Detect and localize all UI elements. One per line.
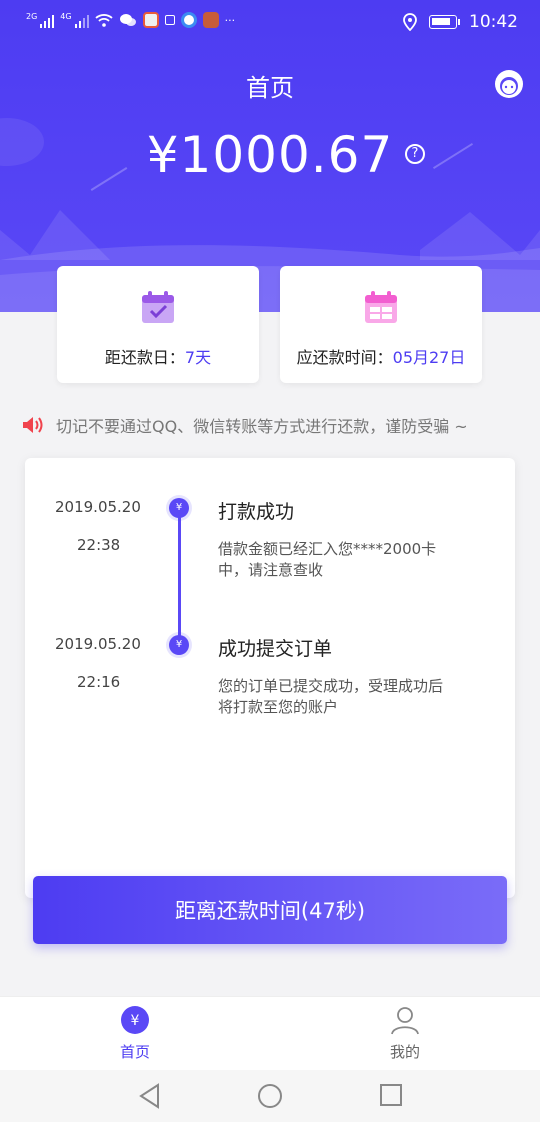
repayment-date-card: 应还款时间：05月27日	[280, 266, 482, 383]
anti-fraud-notice: 切记不要通过QQ、微信转账等方式进行还款，谨防受骗 ~	[22, 412, 522, 438]
timeline-date: 2019.05.20	[55, 498, 141, 516]
yuan-marker-icon: ¥	[169, 635, 189, 655]
amount-value: ¥1000.67	[146, 126, 394, 184]
cell-signal-icon: 2G	[26, 12, 55, 28]
service-avatar-icon[interactable]	[494, 69, 524, 99]
cell-signal-icon: 4G	[60, 12, 89, 28]
help-icon[interactable]: ?	[405, 144, 425, 164]
system-navigation-bar	[0, 1070, 540, 1122]
wifi-icon	[94, 14, 113, 27]
nav-item-home[interactable]: ¥ 首页	[75, 1005, 195, 1062]
notice-text: 切记不要通过QQ、微信转账等方式进行还款，谨防受骗 ~	[56, 417, 468, 436]
speaker-icon	[23, 417, 43, 433]
location-icon	[403, 13, 417, 31]
repayment-countdown-button[interactable]: 距离还款时间(47秒)	[33, 876, 507, 944]
bottom-navigation: ¥ 首页 我的	[0, 996, 540, 1070]
loan-amount: ¥1000.67 ?	[0, 126, 540, 184]
timeline-time: 22:16	[77, 673, 121, 691]
back-icon[interactable]	[138, 1083, 162, 1109]
user-icon	[391, 1007, 419, 1035]
timeline-connector	[178, 508, 181, 638]
card-label: 距还款日：	[104, 348, 185, 367]
timeline-title: 打款成功	[218, 501, 295, 523]
battery-icon	[429, 15, 460, 29]
status-bar: 2G 4G ··· 10:42	[0, 0, 540, 46]
card-value: 05月27日	[392, 348, 466, 367]
timeline-description: 借款金额已经汇入您****2000卡中，请注意查收	[218, 540, 437, 579]
card-value: 7天	[184, 348, 212, 367]
wechat-icon	[119, 14, 136, 26]
network-type-label: 2G	[26, 12, 38, 21]
calendar-check-icon	[142, 291, 174, 323]
yuan-home-icon: ¥	[121, 1006, 149, 1034]
card-label: 应还款时间：	[296, 348, 393, 367]
nav-item-profile[interactable]: 我的	[345, 1005, 465, 1062]
days-until-repayment-card: 距还款日：7天	[57, 266, 259, 383]
timeline-date: 2019.05.20	[55, 635, 141, 653]
app-notification-icon	[202, 12, 219, 28]
loan-progress-timeline: 2019.05.20 22:38 ¥ 打款成功 借款金额已经汇入您****200…	[25, 458, 515, 898]
nav-home-symbol: ¥	[131, 1013, 140, 1029]
more-notifications-icon: ···	[224, 13, 236, 27]
lock-icon	[164, 15, 175, 25]
clock: 10:42	[469, 12, 518, 32]
nav-label: 首页	[119, 1043, 150, 1061]
timeline-time: 22:38	[77, 536, 121, 554]
calendar-grid-icon	[365, 291, 397, 323]
app-notification-icon	[142, 12, 159, 28]
timeline-title: 成功提交订单	[218, 638, 333, 660]
app-notification-icon	[180, 12, 197, 28]
network-type-label: 4G	[60, 12, 72, 21]
page-title: 首页	[246, 74, 294, 102]
yuan-marker-icon: ¥	[169, 498, 189, 518]
nav-label: 我的	[389, 1043, 420, 1061]
timeline-description: 您的订单已提交成功，受理成功后将打款至您的账户	[218, 677, 444, 716]
home-circle-icon[interactable]	[257, 1083, 283, 1109]
recent-apps-icon[interactable]	[379, 1083, 403, 1107]
